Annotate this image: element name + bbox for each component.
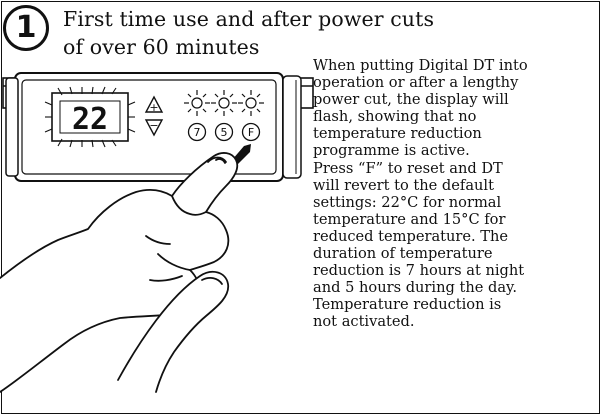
instruction-text: When putting Digital DT into operation o…: [313, 57, 528, 331]
svg-text:+: +: [149, 101, 158, 114]
button-5[interactable]: 5: [214, 122, 234, 142]
svg-text:−: −: [149, 119, 158, 132]
button-7[interactable]: 7: [187, 122, 207, 142]
button-f[interactable]: F: [241, 122, 261, 142]
lcd-display: 22: [44, 86, 136, 148]
button-f-label: F: [248, 126, 254, 139]
display-value: 22: [72, 102, 108, 137]
button-7-label: 7: [194, 126, 201, 139]
hand-icon: [0, 152, 239, 393]
button-5-label: 5: [221, 126, 228, 139]
